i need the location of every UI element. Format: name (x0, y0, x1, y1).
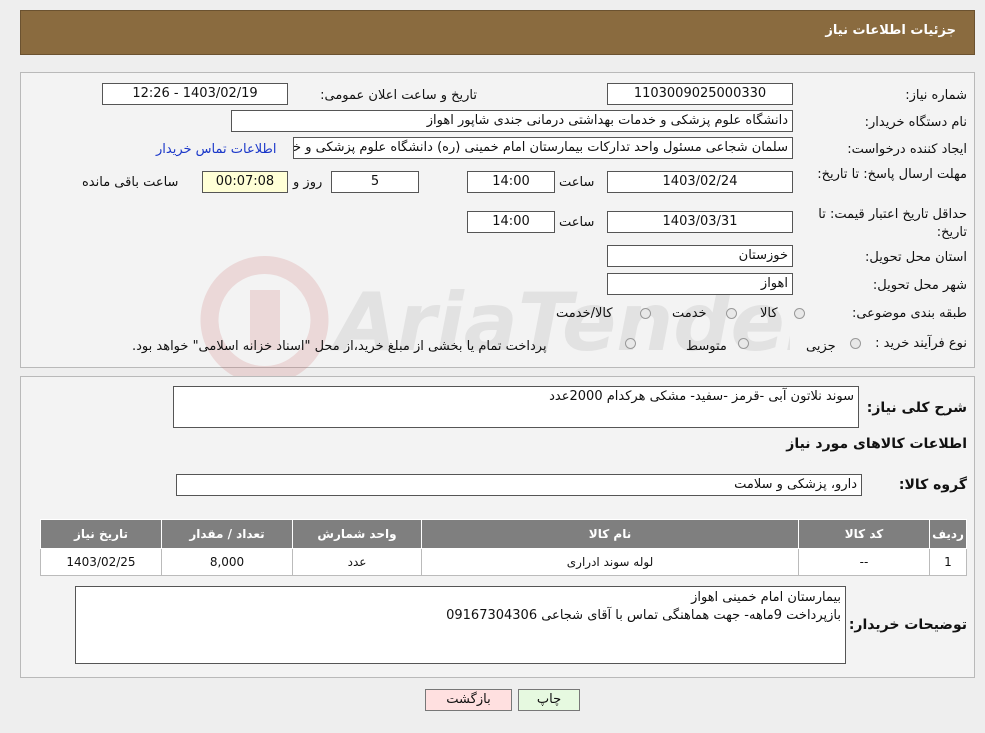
creator-field: سلمان شجاعی مسئول واحد تدارکات بیمارستان… (293, 137, 793, 159)
process-radio-medium[interactable] (738, 338, 749, 349)
col-date: تاریخ نیاز (40, 519, 162, 549)
notes-label: توضیحات خریدار: (848, 617, 967, 633)
category-radio-goods-service[interactable] (640, 308, 651, 319)
deadline-date-field: 1403/02/24 (607, 171, 793, 193)
city-label: شهر محل تحویل: (872, 278, 967, 293)
validity-time-field: 14:00 (467, 211, 555, 233)
validity-date-field: 1403/03/31 (607, 211, 793, 233)
notes-line-1: بیمارستان امام خمینی اهواز (691, 590, 841, 605)
remaining-time-field: 00:07:08 (202, 171, 288, 193)
category-radio-goods[interactable] (794, 308, 805, 319)
cell-name: لوله سوند ادراری (421, 548, 799, 576)
days-label: روز و (293, 175, 323, 190)
col-quantity: تعداد / مقدار (161, 519, 293, 549)
page-header: جزئیات اطلاعات نیاز (20, 10, 975, 55)
process-radio-minor[interactable] (850, 338, 861, 349)
notes-line-2: بازپرداخت 9ماهه- جهت هماهنگی تماس با آقا… (446, 608, 841, 623)
cell-date: 1403/02/25 (40, 548, 162, 576)
print-button[interactable]: چاپ (518, 689, 580, 711)
announce-field: 1403/02/19 - 12:26 (102, 83, 288, 105)
category-radio-service[interactable] (726, 308, 737, 319)
back-button[interactable]: بازگشت (425, 689, 512, 711)
process-radio-treasury[interactable] (625, 338, 636, 349)
buyer-contact-link[interactable]: اطلاعات تماس خریدار (156, 142, 276, 157)
process-option-minor: جزیی (806, 339, 836, 354)
category-option-service: خدمت (672, 306, 707, 321)
announce-label: تاریخ و ساعت اعلان عمومی: (320, 88, 477, 103)
creator-label: ایجاد کننده درخواست: (847, 142, 967, 157)
cell-quantity: 8,000 (161, 548, 293, 576)
need-number-field: 1103009025000330 (607, 83, 793, 105)
buyer-org-field: دانشگاه علوم پزشکی و خدمات بهداشتی درمان… (231, 110, 793, 132)
city-field: اهواز (607, 273, 793, 295)
deadline-time-label: ساعت (559, 175, 595, 190)
page-title: جزئیات اطلاعات نیاز (825, 23, 956, 38)
province-field: خوزستان (607, 245, 793, 267)
category-option-goods-service: کالا/خدمت (556, 306, 613, 321)
cell-row: 1 (929, 548, 967, 576)
goods-section-title: اطلاعات کالاهای مورد نیاز (786, 436, 967, 452)
category-label: طبقه بندی موضوعی: (851, 306, 967, 321)
col-unit: واحد شمارش (292, 519, 422, 549)
cell-code: -- (798, 548, 930, 576)
col-row: ردیف (929, 519, 967, 549)
validity-label: حداقل تاریخ اعتبار قیمت: تا تاریخ: (818, 207, 967, 240)
goods-table-header: ردیف کد کالا نام کالا واحد شمارش تعداد /… (40, 519, 967, 549)
table-row[interactable]: 1 -- لوله سوند ادراری عدد 8,000 1403/02/… (40, 548, 967, 576)
process-option-medium: متوسط (686, 339, 727, 354)
cell-unit: عدد (292, 548, 422, 576)
deadline-time-field: 14:00 (467, 171, 555, 193)
remaining-label: ساعت باقی مانده (82, 175, 179, 190)
days-field: 5 (331, 171, 419, 193)
buyer-org-label: نام دستگاه خریدار: (864, 115, 967, 130)
group-label: گروه کالا: (898, 477, 967, 493)
category-option-goods: کالا (760, 306, 778, 321)
col-code: کد کالا (798, 519, 930, 549)
col-name: نام کالا (421, 519, 799, 549)
deadline-label: مهلت ارسال پاسخ: تا تاریخ: (817, 167, 967, 182)
province-label: استان محل تحویل: (865, 250, 967, 265)
need-number-label: شماره نیاز: (905, 88, 967, 103)
validity-time-label: ساعت (559, 215, 595, 230)
summary-label: شرح کلی نیاز: (866, 400, 967, 416)
notes-textarea: بیمارستان امام خمینی اهواز بازپرداخت 9ما… (75, 586, 846, 664)
process-note: پرداخت تمام یا بخشی از مبلغ خرید،از محل … (132, 339, 547, 354)
group-field: دارو، پزشکی و سلامت (176, 474, 862, 496)
goods-table: ردیف کد کالا نام کالا واحد شمارش تعداد /… (40, 519, 967, 576)
process-label: نوع فرآیند خرید : (875, 336, 967, 351)
summary-textarea: سوند نلاتون آبی -قرمز -سفید- مشکی هرکدام… (173, 386, 859, 428)
